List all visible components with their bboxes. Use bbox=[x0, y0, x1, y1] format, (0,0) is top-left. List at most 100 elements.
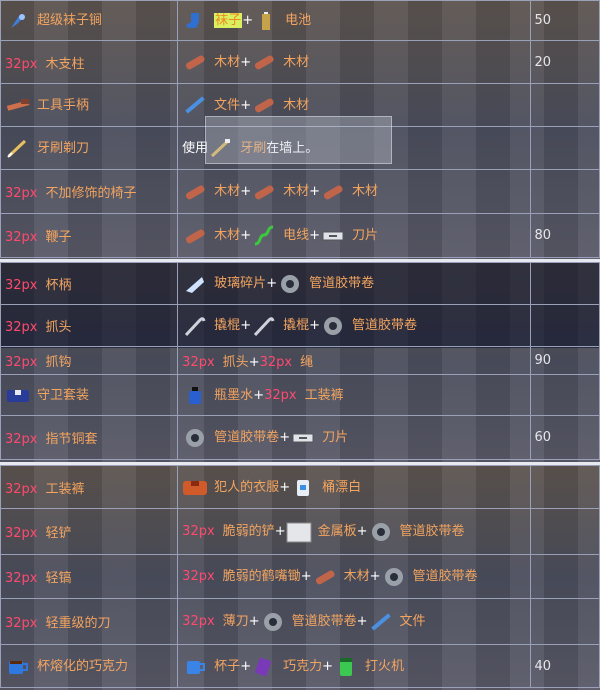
duct-tape-icon bbox=[320, 315, 346, 337]
value-cell: 80 bbox=[529, 213, 600, 258]
timber-icon bbox=[251, 94, 277, 116]
item-text: 木材 bbox=[214, 54, 241, 70]
value-cell bbox=[529, 83, 600, 127]
item-text: 刀片 bbox=[352, 228, 379, 244]
result-item-cell: 超级袜子锏 bbox=[0, 0, 179, 41]
item-text: 撬棍 bbox=[283, 318, 310, 334]
item-text: 超级袜子锏 bbox=[37, 13, 103, 29]
recipe-cell: 玻璃碎片+ 管道胶带卷 bbox=[177, 262, 531, 305]
recipe-cell: 32px 脆弱的鹤嘴锄+ 木材+ 管道胶带卷 bbox=[177, 554, 531, 599]
table-row: 32px 指节铜套 管道胶带卷+ 刀片 60 bbox=[0, 415, 600, 460]
image-placeholder-text: 32px bbox=[5, 432, 38, 447]
value-cell bbox=[529, 374, 600, 416]
plus-sign: + bbox=[369, 569, 381, 585]
item-text: 不加修饰的椅子 bbox=[45, 186, 137, 201]
value-cell: 90 bbox=[529, 346, 600, 375]
image-placeholder-text: 32px bbox=[5, 56, 38, 72]
plus-sign: + bbox=[279, 430, 291, 446]
item-text: 杯柄 bbox=[45, 278, 72, 293]
result-item-cell: 杯熔化的巧克力 bbox=[0, 644, 179, 688]
image-placeholder-text: 32px bbox=[259, 355, 293, 370]
crowbar-icon bbox=[182, 315, 208, 337]
recipe-cell: 袜子+ 电池 bbox=[177, 0, 531, 41]
value-cell bbox=[529, 169, 600, 214]
wire-icon bbox=[251, 225, 277, 247]
plus-sign: + bbox=[356, 524, 368, 540]
image-placeholder-text: 32px bbox=[5, 355, 38, 370]
item-text: 木材 bbox=[283, 97, 310, 113]
plus-sign: + bbox=[242, 13, 254, 29]
item-text: 木材 bbox=[214, 228, 241, 244]
recipe-cell: 32px 脆弱的铲+ 金属板+ 管道胶带卷 bbox=[177, 508, 531, 555]
value-cell bbox=[529, 304, 600, 347]
value-cell bbox=[529, 554, 600, 599]
timber-icon bbox=[182, 51, 208, 73]
file-icon bbox=[368, 611, 394, 633]
item-text: 杯熔化的巧克力 bbox=[37, 658, 129, 674]
plus-sign: + bbox=[253, 387, 265, 403]
image-placeholder-text: 32px bbox=[5, 526, 38, 541]
result-item-cell: 32px 杯柄 bbox=[0, 262, 179, 305]
result-item-cell: 牙刷剃刀 bbox=[0, 126, 179, 170]
plus-sign: + bbox=[266, 276, 278, 292]
item-text: 巧克力 bbox=[283, 658, 323, 674]
item-text: 轻重级的刀 bbox=[45, 616, 111, 631]
item-text: 杯子 bbox=[214, 658, 241, 674]
plus-sign: + bbox=[240, 184, 252, 200]
item-text: 管道胶带卷 bbox=[399, 524, 465, 540]
guard-outfit-icon bbox=[5, 384, 31, 406]
timber-icon bbox=[251, 181, 277, 203]
plus-sign: + bbox=[322, 658, 334, 674]
plus-sign: + bbox=[356, 614, 368, 630]
result-item-cell: 守卫套装 bbox=[0, 374, 179, 416]
file-icon bbox=[182, 94, 208, 116]
table-row: 超级袜子锏 袜子+ 电池 50 bbox=[0, 0, 600, 41]
result-item-cell: 32px 木支柱 bbox=[0, 40, 179, 84]
lighter-icon bbox=[333, 655, 359, 677]
recipe-cell: 木材+ 木材 bbox=[177, 40, 531, 84]
item-text: 木材 bbox=[352, 184, 379, 200]
plus-sign: + bbox=[240, 228, 252, 244]
item-text: 守卫套装 bbox=[37, 387, 90, 403]
item-text: 文件 bbox=[399, 614, 426, 630]
item-text: 木材 bbox=[343, 569, 370, 585]
table-row: 32px 鞭子 木材+ 电线+ 刀片 80 bbox=[0, 213, 600, 258]
plus-sign: + bbox=[240, 54, 252, 70]
result-item-cell: 32px 指节铜套 bbox=[0, 415, 179, 460]
image-placeholder-text: 32px bbox=[182, 614, 215, 630]
value-cell bbox=[529, 465, 600, 509]
table-row: 32px 木支柱 木材+ 木材 20 bbox=[0, 40, 600, 84]
item-text: 电池 bbox=[285, 13, 312, 29]
result-item-cell: 32px 轻铲 bbox=[0, 508, 179, 555]
image-placeholder-text: 32px bbox=[5, 616, 38, 631]
item-text: 电线 bbox=[283, 228, 310, 244]
item-text: 文件 bbox=[214, 97, 241, 113]
value-cell bbox=[529, 262, 600, 305]
timber-icon bbox=[320, 181, 346, 203]
molten-chocolate-cup-icon bbox=[5, 655, 31, 677]
image-placeholder-text: 32px bbox=[5, 320, 38, 335]
metal-sheet-icon bbox=[286, 521, 312, 543]
image-placeholder-text: 32px bbox=[264, 387, 297, 403]
item-text: 抓钩 bbox=[45, 355, 72, 370]
table-row: 守卫套装 瓶墨水+32px 工装裤 bbox=[0, 374, 600, 416]
plus-sign: + bbox=[279, 479, 291, 495]
item-text: 撬棍 bbox=[214, 318, 241, 334]
toothbrush-shiv-icon bbox=[5, 137, 31, 159]
highlighted-text: 袜子 bbox=[214, 13, 243, 29]
table-row: 32px 工装裤 犯人的衣服+ 桶漂白 bbox=[0, 465, 600, 509]
item-text: 打火机 bbox=[365, 658, 405, 674]
recipe-cell: 木材+ 木材+ 木材 bbox=[177, 169, 531, 214]
crowbar-icon bbox=[251, 315, 277, 337]
table-row: 32px 抓头 撬棍+ 撬棍+ 管道胶带卷 bbox=[0, 304, 600, 347]
recipe-cell: 瓶墨水+32px 工装裤 bbox=[177, 374, 531, 416]
item-text: 犯人的衣服 bbox=[214, 479, 280, 495]
razor-blade-icon bbox=[320, 225, 346, 247]
item-text: 鞭子 bbox=[45, 230, 72, 245]
value-cell: 50 bbox=[529, 0, 600, 41]
recipe-cell: 木材+ 电线+ 刀片 bbox=[177, 213, 531, 258]
timber-icon bbox=[182, 181, 208, 203]
item-text: 木材 bbox=[214, 184, 241, 200]
cup-icon bbox=[182, 655, 208, 677]
item-text: 管道胶带卷 bbox=[214, 430, 280, 446]
